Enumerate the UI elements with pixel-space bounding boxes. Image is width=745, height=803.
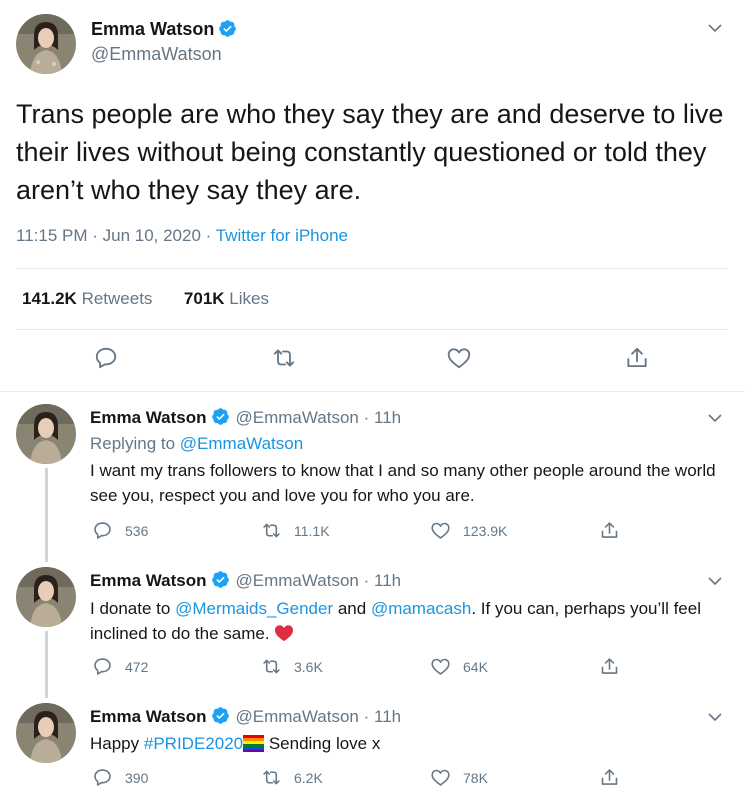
replying-to-label: Replying to xyxy=(90,434,180,453)
like-count: 64K xyxy=(463,658,488,675)
mention-mermaids-link[interactable]: @Mermaids_Gender xyxy=(175,599,333,618)
like-icon xyxy=(431,522,450,539)
reply-handle-time[interactable]: @EmmaWatson · 11h xyxy=(236,571,402,590)
reply-avatar[interactable] xyxy=(16,404,76,464)
reply-handle-time[interactable]: @EmmaWatson · 11h xyxy=(236,707,402,726)
tweet-text: Trans people are who they say they are a… xyxy=(16,99,724,205)
chevron-down-icon[interactable] xyxy=(707,20,723,36)
reply-icon[interactable] xyxy=(93,345,119,371)
reply-text-part: Happy xyxy=(90,734,144,753)
author-name-text[interactable]: Emma Watson xyxy=(91,19,214,39)
retweet-count: 6.2K xyxy=(294,769,323,786)
share-icon[interactable] xyxy=(624,345,650,371)
reply-text-part: I donate to xyxy=(90,599,176,618)
reply-count: 390 xyxy=(125,769,149,786)
rainbow-flag-emoji-icon xyxy=(243,735,265,752)
reply-header: Emma Watson @EmmaWatson · 11h xyxy=(90,706,401,727)
red-heart-emoji-icon xyxy=(275,625,294,642)
chevron-down-icon[interactable] xyxy=(707,709,723,725)
mention-mamacash-link[interactable]: @mamacash xyxy=(371,599,471,618)
author-name[interactable]: Emma Watson xyxy=(91,19,237,40)
share-icon xyxy=(601,522,618,538)
replying-to-mention[interactable]: @EmmaWatson xyxy=(180,434,303,453)
divider xyxy=(0,391,745,392)
reply-header: Emma Watson @EmmaWatson · 11h xyxy=(90,407,401,428)
reply-icon xyxy=(94,658,111,675)
like-button[interactable]: 123.9K xyxy=(430,520,507,541)
verified-badge-icon xyxy=(211,707,229,724)
reply-author-name[interactable]: Emma Watson xyxy=(90,707,207,726)
verified-badge-icon xyxy=(219,20,237,37)
likes-stat[interactable]: 701K Likes xyxy=(184,289,269,308)
hashtag-pride2020-link[interactable]: #PRIDE2020 xyxy=(144,734,243,753)
reply-icon xyxy=(94,769,111,786)
retweet-icon xyxy=(263,770,280,785)
share-button[interactable] xyxy=(599,520,632,541)
like-button[interactable]: 78K xyxy=(430,767,488,788)
retweet-count: 11.1K xyxy=(294,522,330,539)
share-button[interactable] xyxy=(599,767,632,788)
share-icon xyxy=(601,658,618,674)
tweet-time[interactable]: 11:15 PM · Jun 10, 2020 · xyxy=(16,226,216,245)
reply-icon xyxy=(94,522,111,539)
reply-text: Happy #PRIDE2020 Sending love x xyxy=(90,731,730,756)
thread-line xyxy=(45,631,48,698)
retweets-label: Retweets xyxy=(81,289,153,308)
like-count: 123.9K xyxy=(463,522,508,539)
reply-count: 536 xyxy=(125,522,149,539)
like-icon[interactable] xyxy=(446,345,472,371)
chevron-down-icon[interactable] xyxy=(707,573,723,589)
divider xyxy=(16,268,728,269)
likes-count: 701K xyxy=(183,289,225,308)
divider xyxy=(16,329,728,330)
reply-count: 472 xyxy=(125,658,149,675)
reply-handle-time[interactable]: @EmmaWatson · 11h xyxy=(236,408,402,427)
retweet-button[interactable]: 3.6K xyxy=(261,656,323,677)
tweet-stats: 141.2K Retweets 701K Likes xyxy=(22,289,269,309)
share-button[interactable] xyxy=(599,656,632,677)
retweet-icon xyxy=(263,523,280,538)
reply-text-part: and xyxy=(333,599,371,618)
reply-text: I donate to @Mermaids_Gender and @mamaca… xyxy=(90,596,730,646)
likes-label: Likes xyxy=(229,289,269,308)
reply-text: I want my trans followers to know that I… xyxy=(90,461,716,505)
tweet-timestamp: 11:15 PM · Jun 10, 2020 · Twitter for iP… xyxy=(16,226,348,246)
verified-badge-icon xyxy=(211,571,229,588)
like-icon xyxy=(431,658,450,675)
verified-badge-icon xyxy=(211,408,229,425)
retweet-button[interactable]: 11.1K xyxy=(261,520,330,541)
retweet-count: 3.6K xyxy=(294,658,323,675)
reply-button[interactable]: 390 xyxy=(92,767,148,788)
reply-button[interactable]: 536 xyxy=(92,520,148,541)
tweet-source-link[interactable]: Twitter for iPhone xyxy=(216,226,348,245)
chevron-down-icon[interactable] xyxy=(707,410,723,426)
reply-author-name[interactable]: Emma Watson xyxy=(90,408,207,427)
reply-text-part: Sending love x xyxy=(264,734,381,753)
retweets-count: 141.2K xyxy=(22,289,77,308)
like-button[interactable]: 64K xyxy=(430,656,488,677)
reply-button[interactable]: 472 xyxy=(92,656,148,677)
reply-author-name[interactable]: Emma Watson xyxy=(90,571,207,590)
reply-header: Emma Watson @EmmaWatson · 11h xyxy=(90,570,401,591)
retweet-icon[interactable] xyxy=(271,345,297,371)
share-icon xyxy=(601,769,618,785)
like-icon xyxy=(431,769,450,786)
retweets-stat[interactable]: 141.2K Retweets xyxy=(22,289,152,308)
author-avatar[interactable] xyxy=(16,14,76,74)
retweet-icon xyxy=(263,659,280,674)
replying-to: Replying to @EmmaWatson xyxy=(90,434,303,454)
author-handle[interactable]: @EmmaWatson xyxy=(91,44,222,65)
retweet-button[interactable]: 6.2K xyxy=(261,767,323,788)
reply-avatar[interactable] xyxy=(16,703,76,763)
thread-line xyxy=(45,468,48,562)
reply-avatar[interactable] xyxy=(16,567,76,627)
like-count: 78K xyxy=(463,769,488,786)
